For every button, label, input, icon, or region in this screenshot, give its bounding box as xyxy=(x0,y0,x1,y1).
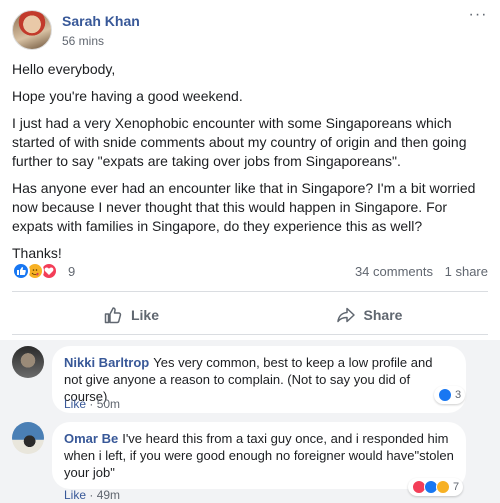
more-options-icon[interactable]: ··· xyxy=(468,7,488,24)
comment-like-link[interactable]: Like xyxy=(64,397,86,411)
share-button[interactable]: Share xyxy=(250,298,488,332)
comment-time[interactable]: 49m xyxy=(97,488,120,502)
commenter-name[interactable]: Omar Be xyxy=(64,431,118,446)
post-paragraph: Hope you're having a good weekend. xyxy=(12,88,243,104)
haha-reaction-icon xyxy=(436,480,450,494)
comment-like-link[interactable]: Like xyxy=(64,488,86,502)
author-avatar[interactable] xyxy=(12,10,52,50)
post-body: Hello everybody, Hope you're having a go… xyxy=(12,60,488,271)
comment-reactions[interactable]: 7 xyxy=(408,478,464,496)
like-reaction-icon xyxy=(12,262,30,280)
thumbs-up-icon xyxy=(104,307,122,324)
comment-meta: Like · 49m xyxy=(64,488,121,502)
comment: Nikki Barltrop Yes very common, best to k… xyxy=(12,346,488,413)
divider xyxy=(12,334,488,335)
comment-reaction-count: 3 xyxy=(455,389,462,401)
comment-time[interactable]: 50m xyxy=(97,397,120,411)
comments-section: Nikki Barltrop Yes very common, best to k… xyxy=(0,340,500,503)
comments-count-link[interactable]: 34 comments xyxy=(355,264,433,279)
post-paragraph: Has anyone ever had an encounter like th… xyxy=(12,180,476,234)
share-arrow-icon xyxy=(336,307,355,323)
post-card: Sarah Khan 56 mins ··· Hello everybody, … xyxy=(0,0,500,503)
post-stats: 9 34 comments 1 share xyxy=(12,262,488,282)
share-button-label: Share xyxy=(363,307,403,323)
post-time[interactable]: 56 mins xyxy=(62,34,104,48)
comment-reactions[interactable]: 3 xyxy=(434,386,466,404)
post-actions: Like Share xyxy=(12,298,488,332)
author-name[interactable]: Sarah Khan xyxy=(62,13,140,29)
comment-text: I've heard this from a taxi guy once, an… xyxy=(64,431,454,480)
like-button[interactable]: Like xyxy=(12,298,250,332)
engagement-counts: 34 comments 1 share xyxy=(347,264,488,279)
commenter-name[interactable]: Nikki Barltrop xyxy=(64,355,149,370)
post-paragraph: Thanks! xyxy=(12,245,62,261)
post-paragraph: Hello everybody, xyxy=(12,61,116,77)
reaction-count: 9 xyxy=(68,264,76,279)
comment-bubble: Omar Be I've heard this from a taxi guy o… xyxy=(52,422,466,489)
post-paragraph: I just had a very Xenophobic encounter w… xyxy=(12,115,467,169)
comment: Omar Be I've heard this from a taxi guy o… xyxy=(12,422,488,502)
commenter-avatar[interactable] xyxy=(12,422,44,454)
commenter-avatar[interactable] xyxy=(12,346,44,378)
like-button-label: Like xyxy=(130,307,159,323)
like-reaction-icon xyxy=(438,388,452,402)
comment-meta: Like · 50m xyxy=(64,397,121,411)
divider xyxy=(12,291,488,292)
comment-reaction-count: 7 xyxy=(453,481,460,493)
shares-count-link[interactable]: 1 share xyxy=(445,264,488,279)
post-header: Sarah Khan 56 mins ··· xyxy=(12,7,488,54)
